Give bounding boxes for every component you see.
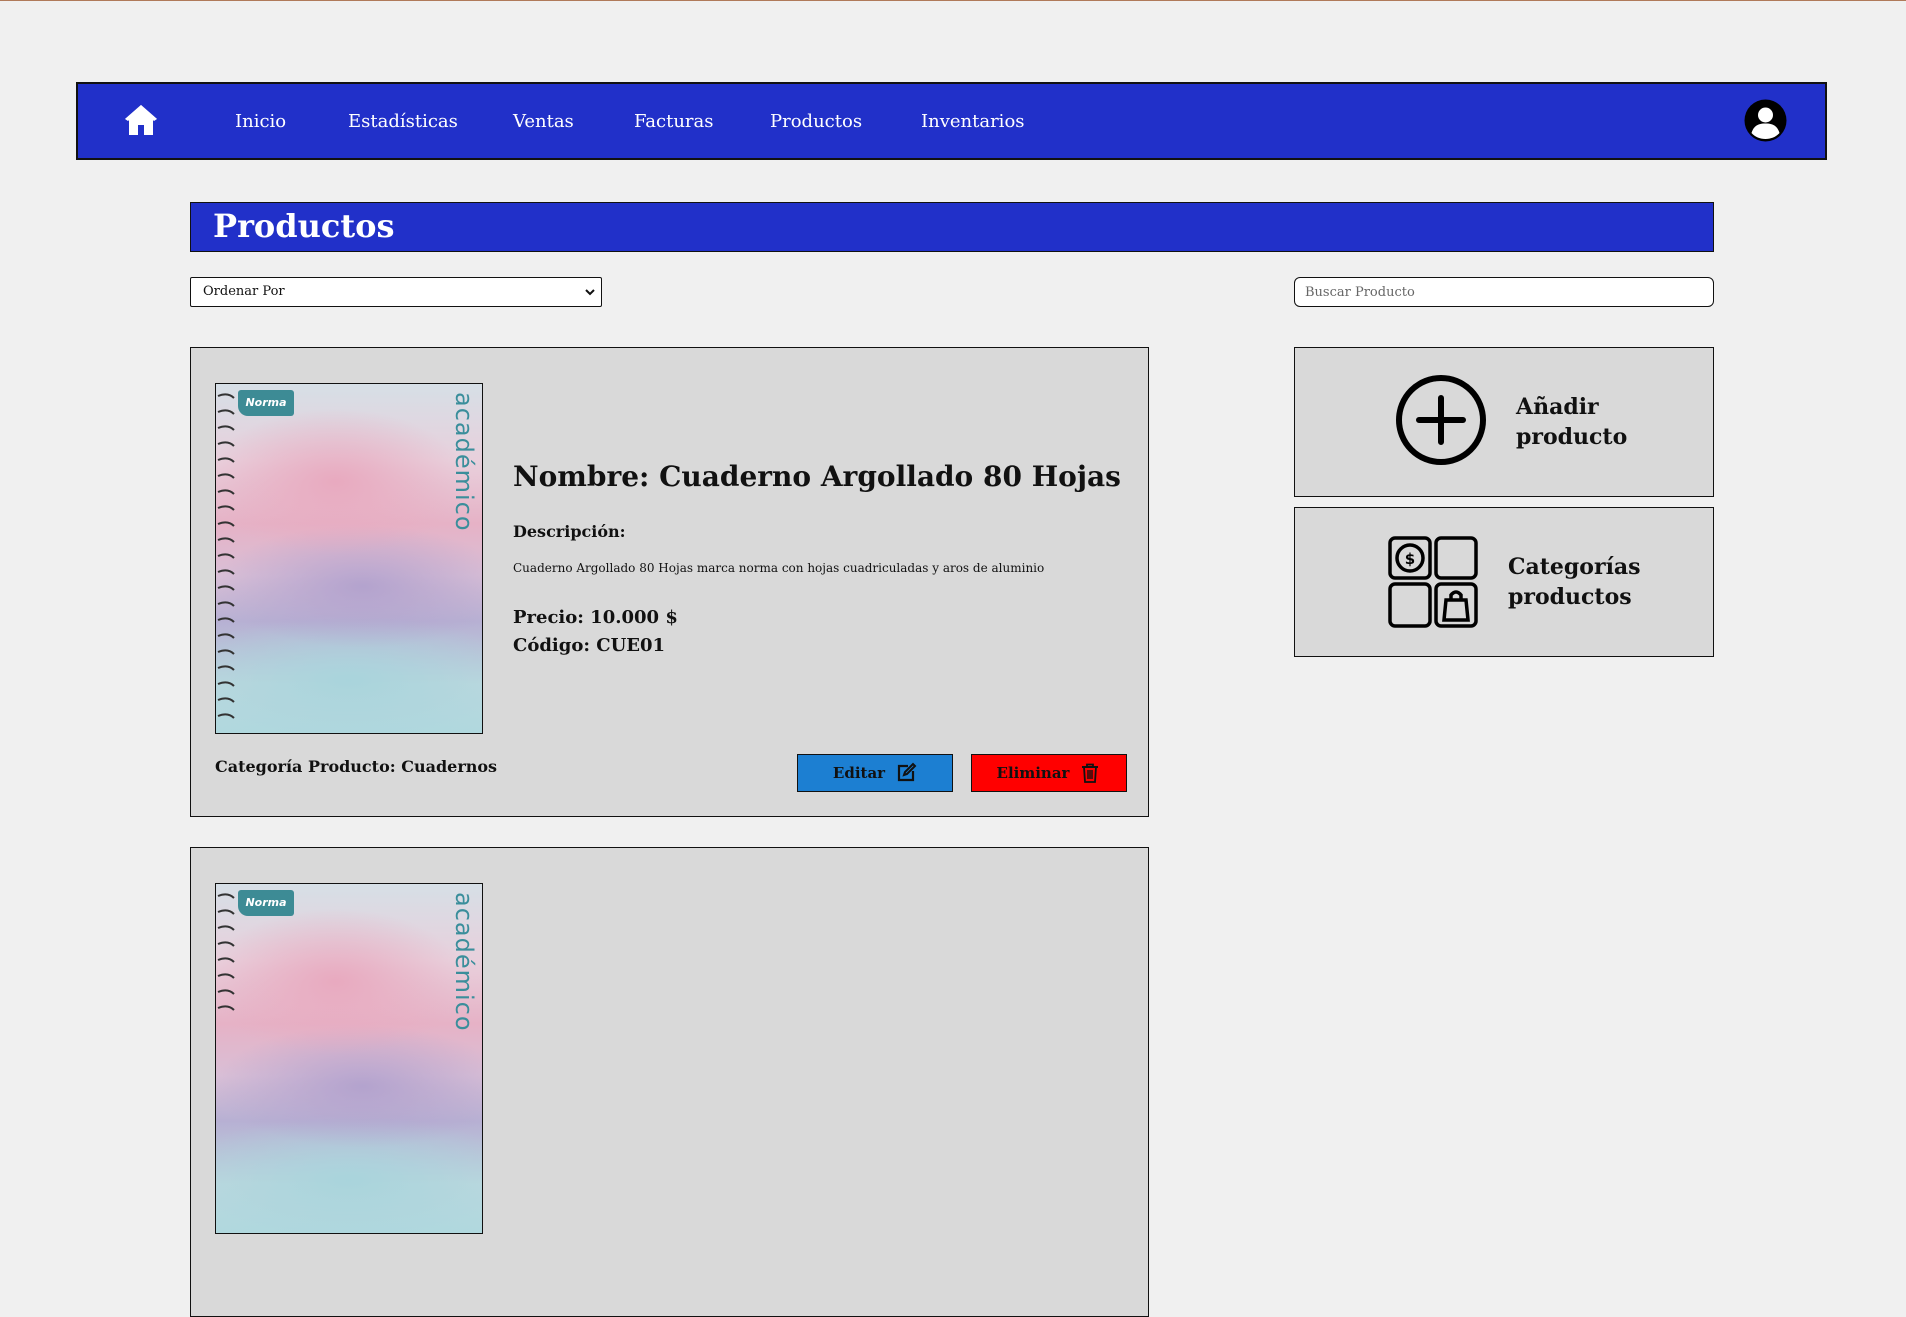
page-title: Productos (213, 207, 395, 245)
delete-button[interactable]: Eliminar (971, 754, 1127, 792)
nav-item-productos[interactable]: Productos (770, 111, 862, 132)
product-category: Categoría Producto: Cuadernos (215, 757, 498, 776)
edit-icon (897, 762, 917, 782)
plus-circle-icon (1396, 375, 1486, 465)
product-card: Norma académico Nombre: Cuaderno Argolla… (190, 347, 1149, 817)
trash-icon (1082, 763, 1099, 783)
order-by-selected-value: Ordenar Por (203, 284, 285, 299)
nav-item-facturas[interactable]: Facturas (634, 111, 713, 132)
svg-text:$: $ (1405, 550, 1415, 568)
product-price: Precio: 10.000 $ (513, 607, 678, 628)
nav-item-inventarios[interactable]: Inventarios (921, 111, 1025, 132)
spiral-binding-icon (217, 393, 235, 719)
cover-brand-text: académico (450, 892, 478, 1032)
product-description-label: Descripción: (513, 522, 626, 541)
order-by-select[interactable]: Ordenar Por (190, 277, 602, 307)
home-icon[interactable] (123, 103, 159, 137)
nav-item-estadisticas[interactable]: Estadísticas (348, 111, 458, 132)
add-product-label: Añadir producto (1516, 394, 1628, 450)
product-categories-card[interactable]: $ Categorías productos (1294, 507, 1714, 657)
spiral-binding-icon (217, 893, 235, 1011)
search-product-input[interactable] (1294, 277, 1714, 307)
product-categories-label: Categorías productos (1508, 554, 1641, 610)
edit-button-label: Editar (832, 764, 886, 782)
delete-button-label: Eliminar (996, 764, 1070, 782)
product-code: Código: CUE01 (513, 635, 666, 656)
user-avatar-icon[interactable] (1744, 99, 1787, 142)
nav-item-inicio[interactable]: Inicio (235, 111, 286, 132)
main-navbar: Inicio Estadísticas Ventas Facturas Prod… (76, 82, 1827, 160)
product-description: Cuaderno Argollado 80 Hojas marca norma … (513, 561, 1045, 575)
edit-button[interactable]: Editar (797, 754, 953, 792)
add-product-card[interactable]: Añadir producto (1294, 347, 1714, 497)
brand-logo: Norma (238, 890, 294, 916)
product-image: Norma académico (215, 883, 483, 1234)
brand-logo: Norma (238, 390, 294, 416)
page-title-bar: Productos (190, 202, 1714, 252)
cover-brand-text: académico (450, 392, 478, 532)
chevron-down-icon (585, 289, 595, 296)
nav-item-ventas[interactable]: Ventas (513, 111, 574, 132)
product-image: Norma académico (215, 383, 483, 734)
categories-grid-icon: $ (1388, 536, 1478, 628)
product-name: Nombre: Cuaderno Argollado 80 Hojas (513, 460, 1121, 493)
product-card: Norma académico (190, 847, 1149, 1317)
